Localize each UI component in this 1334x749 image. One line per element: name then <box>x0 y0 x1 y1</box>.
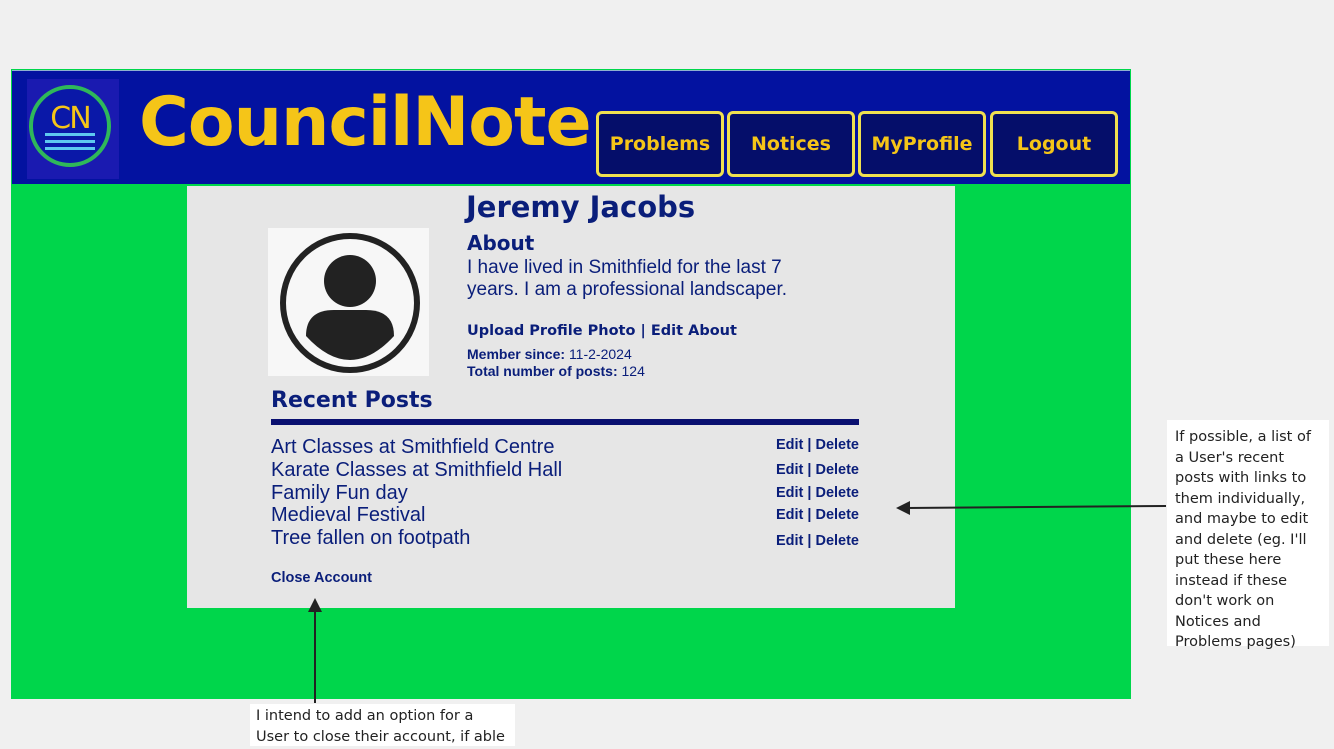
annotation-note-close-account: I intend to add an option for a User to … <box>250 704 515 746</box>
arrow-up-icon <box>308 598 322 703</box>
annotation-note-recent-posts: If possible, a list of a User's recent p… <box>1167 420 1329 650</box>
